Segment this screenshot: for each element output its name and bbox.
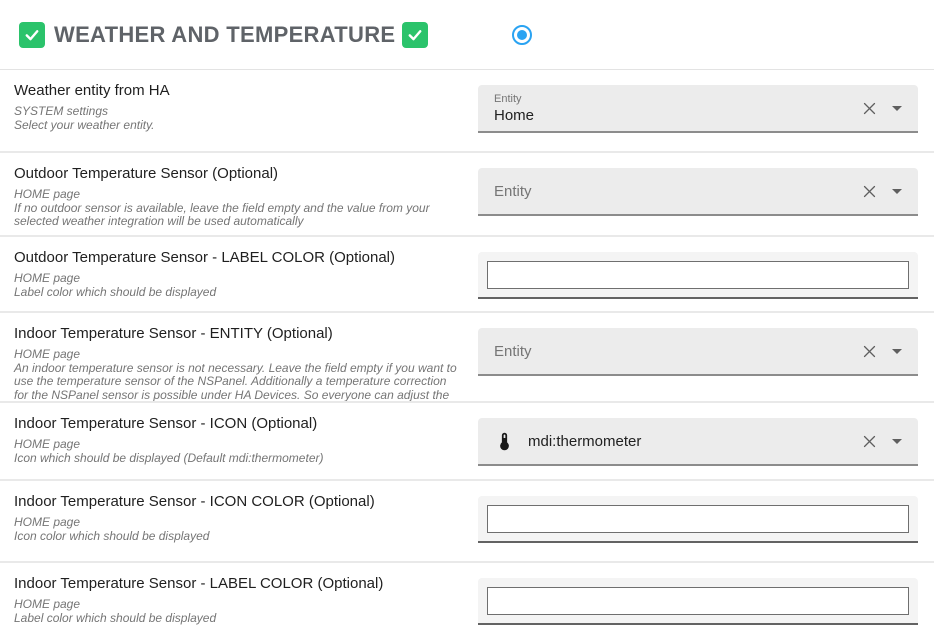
settings-rows: Weather entity from HA SYSTEM settingsSel… — [0, 70, 934, 640]
entity-select[interactable]: Entity — [478, 168, 918, 216]
select-placeholder: Entity — [494, 343, 532, 360]
setting-description: Icon color which should be displayed — [14, 530, 458, 544]
clear-icon[interactable] — [862, 184, 877, 199]
setting-description: Label color which should be displayed — [14, 286, 458, 300]
settings-row: Outdoor Temperature Sensor - LABEL COLOR… — [0, 237, 934, 313]
setting-context: HOME page — [14, 348, 458, 362]
setting-context: HOME page — [14, 598, 458, 612]
select-value: mdi:thermometer — [528, 433, 641, 450]
entity-select[interactable]: Entity — [478, 328, 918, 376]
select-placeholder: Entity — [494, 183, 532, 200]
section-title: WEATHER AND TEMPERATURE — [54, 22, 395, 48]
setting-label: Indoor Temperature Sensor - ICON COLOR (… — [14, 492, 458, 511]
section-checkbox-left[interactable] — [19, 22, 45, 48]
section-header: WEATHER AND TEMPERATURE — [0, 0, 934, 70]
clear-icon[interactable] — [862, 434, 877, 449]
setting-label: Outdoor Temperature Sensor - LABEL COLOR… — [14, 248, 458, 267]
settings-row: Indoor Temperature Sensor - ICON COLOR (… — [0, 481, 934, 563]
settings-row: Indoor Temperature Sensor - ENTITY (Opti… — [0, 313, 934, 403]
setting-label: Indoor Temperature Sensor - LABEL COLOR … — [14, 574, 458, 593]
dropdown-arrow-icon[interactable] — [892, 189, 902, 194]
setting-context: HOME page — [14, 272, 458, 286]
color-input-container — [478, 496, 918, 543]
clear-icon[interactable] — [862, 101, 877, 116]
setting-context: HOME page — [14, 438, 458, 452]
setting-context: HOME page — [14, 516, 458, 530]
blue-radio-button[interactable] — [512, 25, 532, 45]
entity-select[interactable]: Entity Home — [478, 85, 918, 133]
setting-context: HOME page — [14, 188, 458, 202]
setting-description: An indoor temperature sensor is not nece… — [14, 362, 458, 402]
setting-label: Outdoor Temperature Sensor (Optional) — [14, 164, 458, 183]
dropdown-arrow-icon[interactable] — [892, 349, 902, 354]
settings-row: Outdoor Temperature Sensor (Optional) HOM… — [0, 153, 934, 237]
setting-label: Indoor Temperature Sensor - ICON (Option… — [14, 414, 458, 433]
checkmark-icon — [406, 26, 424, 44]
thermometer-icon — [494, 431, 515, 452]
section-checkbox-right[interactable] — [402, 22, 428, 48]
setting-context: SYSTEM settings — [14, 105, 458, 119]
settings-row: Indoor Temperature Sensor - ICON (Option… — [0, 403, 934, 481]
color-input[interactable] — [487, 587, 909, 615]
setting-description: Select your weather entity. — [14, 119, 458, 133]
entity-select[interactable]: mdi:thermometer — [478, 418, 918, 466]
select-floating-label: Entity — [494, 93, 534, 105]
dropdown-arrow-icon[interactable] — [892, 439, 902, 444]
color-input[interactable] — [487, 505, 909, 533]
setting-label: Weather entity from HA — [14, 81, 458, 100]
setting-label: Indoor Temperature Sensor - ENTITY (Opti… — [14, 324, 458, 343]
setting-description: Label color which should be displayed — [14, 612, 458, 626]
color-input-container — [478, 252, 918, 299]
dropdown-arrow-icon[interactable] — [892, 106, 902, 111]
radio-dot — [517, 30, 527, 40]
select-value: Home — [494, 107, 534, 124]
settings-row: Weather entity from HA SYSTEM settingsSel… — [0, 70, 934, 153]
settings-row: Indoor Temperature Sensor - LABEL COLOR … — [0, 563, 934, 640]
color-input-container — [478, 578, 918, 625]
setting-description: If no outdoor sensor is available, leave… — [14, 202, 458, 229]
clear-icon[interactable] — [862, 344, 877, 359]
checkmark-icon — [23, 26, 41, 44]
setting-description: Icon which should be displayed (Default … — [14, 452, 458, 466]
color-input[interactable] — [487, 261, 909, 289]
